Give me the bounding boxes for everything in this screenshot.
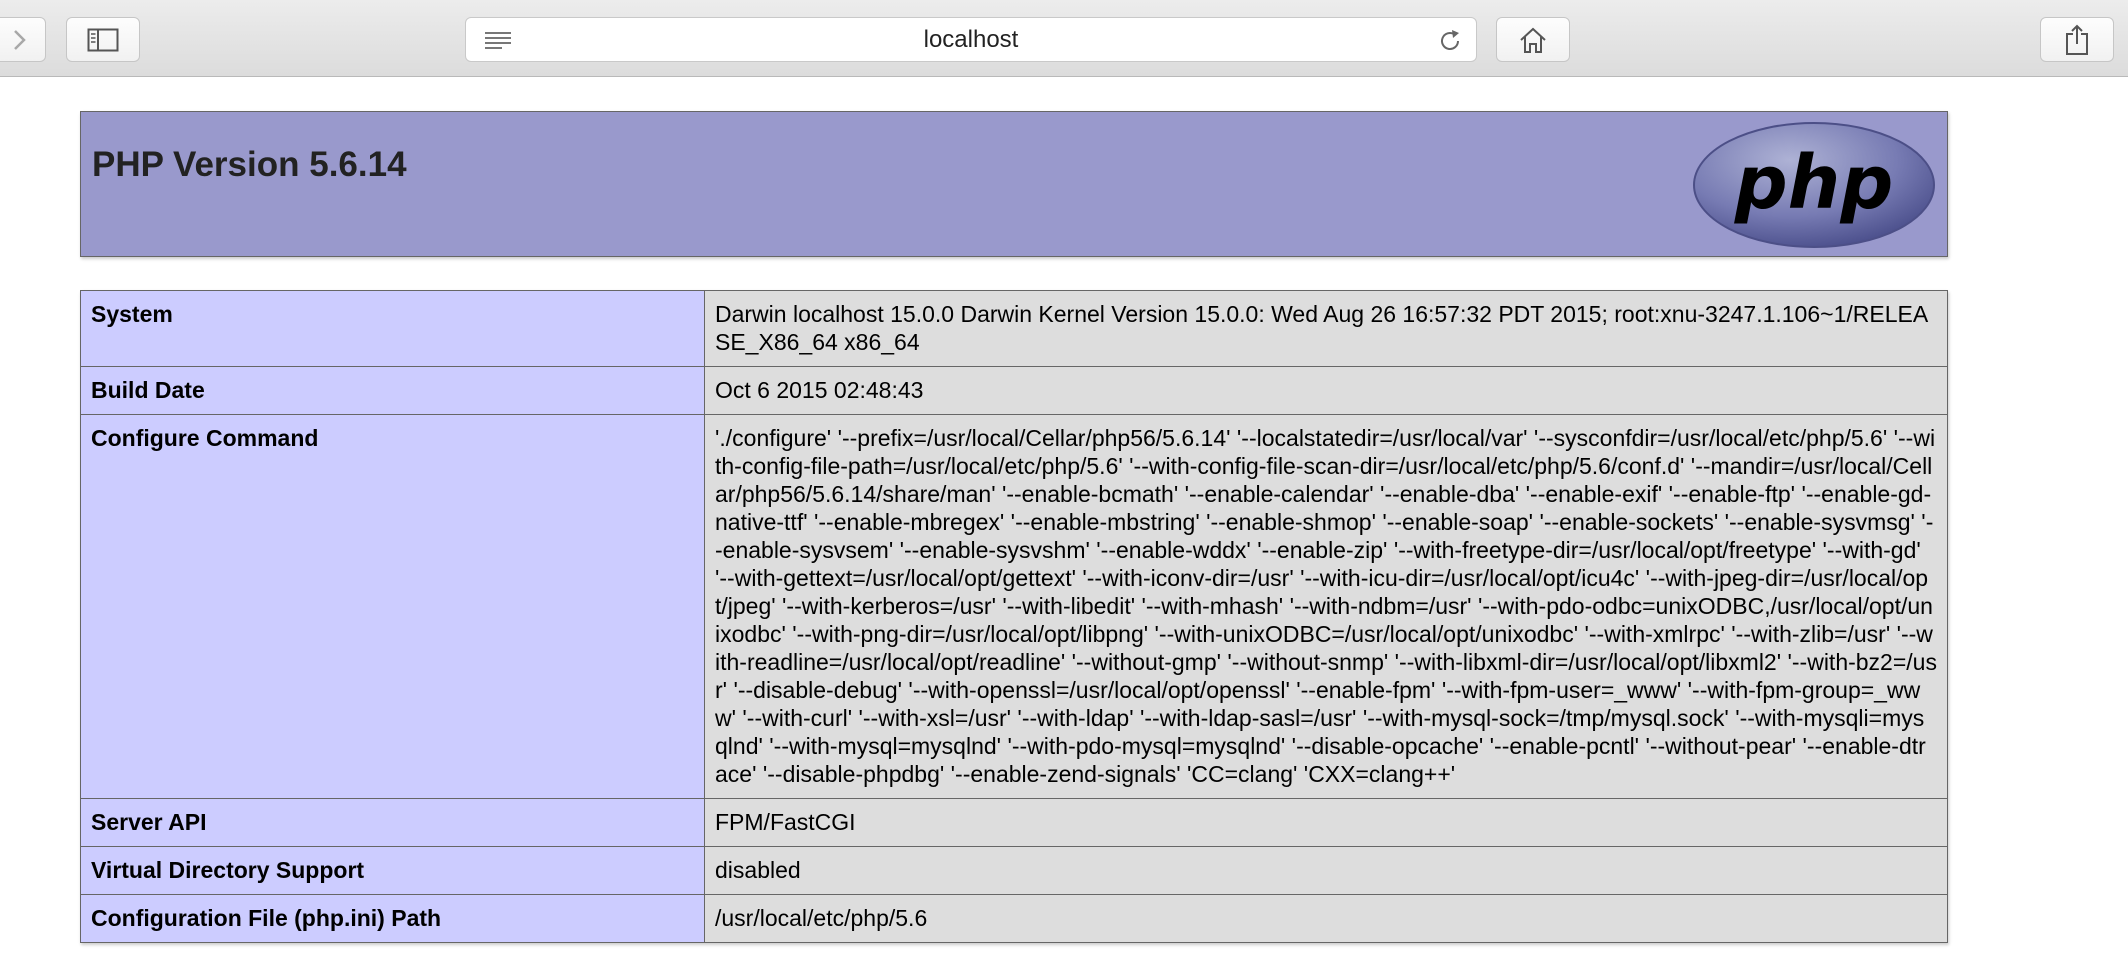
page-title: PHP Version 5.6.14 [92,145,407,184]
info-table: System Darwin localhost 15.0.0 Darwin Ke… [80,290,1948,943]
php-logo: php [1693,122,1935,248]
browser-toolbar: localhost [0,0,2128,77]
table-row: Build Date Oct 6 2015 02:48:43 [80,366,1948,415]
row-value: FPM/FastCGI [704,798,1948,847]
row-key: Configure Command [80,414,705,799]
address-bar[interactable]: localhost [465,17,1477,62]
sidebar-button[interactable] [66,17,140,62]
home-button[interactable] [1496,17,1570,62]
sidebar-icon [87,28,119,51]
share-icon [2066,24,2088,55]
php-header: PHP Version 5.6.14 php [80,111,1948,257]
row-key: Virtual Directory Support [80,846,705,895]
row-value: Darwin localhost 15.0.0 Darwin Kernel Ve… [704,290,1948,367]
forward-button[interactable] [0,17,46,62]
phpinfo-content: PHP Version 5.6.14 php System Darwin loc… [80,111,1948,943]
row-value: Oct 6 2015 02:48:43 [704,366,1948,415]
share-button[interactable] [2040,17,2114,62]
table-row: Configuration File (php.ini) Path /usr/l… [80,894,1948,943]
table-row: Virtual Directory Support disabled [80,846,1948,895]
row-value: './configure' '--prefix=/usr/local/Cella… [704,414,1948,799]
chevron-right-icon [14,29,26,50]
table-row: Configure Command './configure' '--prefi… [80,414,1948,799]
row-value: disabled [704,846,1948,895]
table-row: System Darwin localhost 15.0.0 Darwin Ke… [80,290,1948,367]
row-key: System [80,290,705,367]
row-key: Server API [80,798,705,847]
row-key: Build Date [80,366,705,415]
url-text: localhost [923,25,1019,53]
table-row: Server API FPM/FastCGI [80,798,1948,847]
row-key: Configuration File (php.ini) Path [80,894,705,943]
row-value: /usr/local/etc/php/5.6 [704,894,1948,943]
reload-icon[interactable] [1436,27,1464,55]
home-icon [1520,27,1546,53]
php-logo-text: php [1734,140,1894,226]
